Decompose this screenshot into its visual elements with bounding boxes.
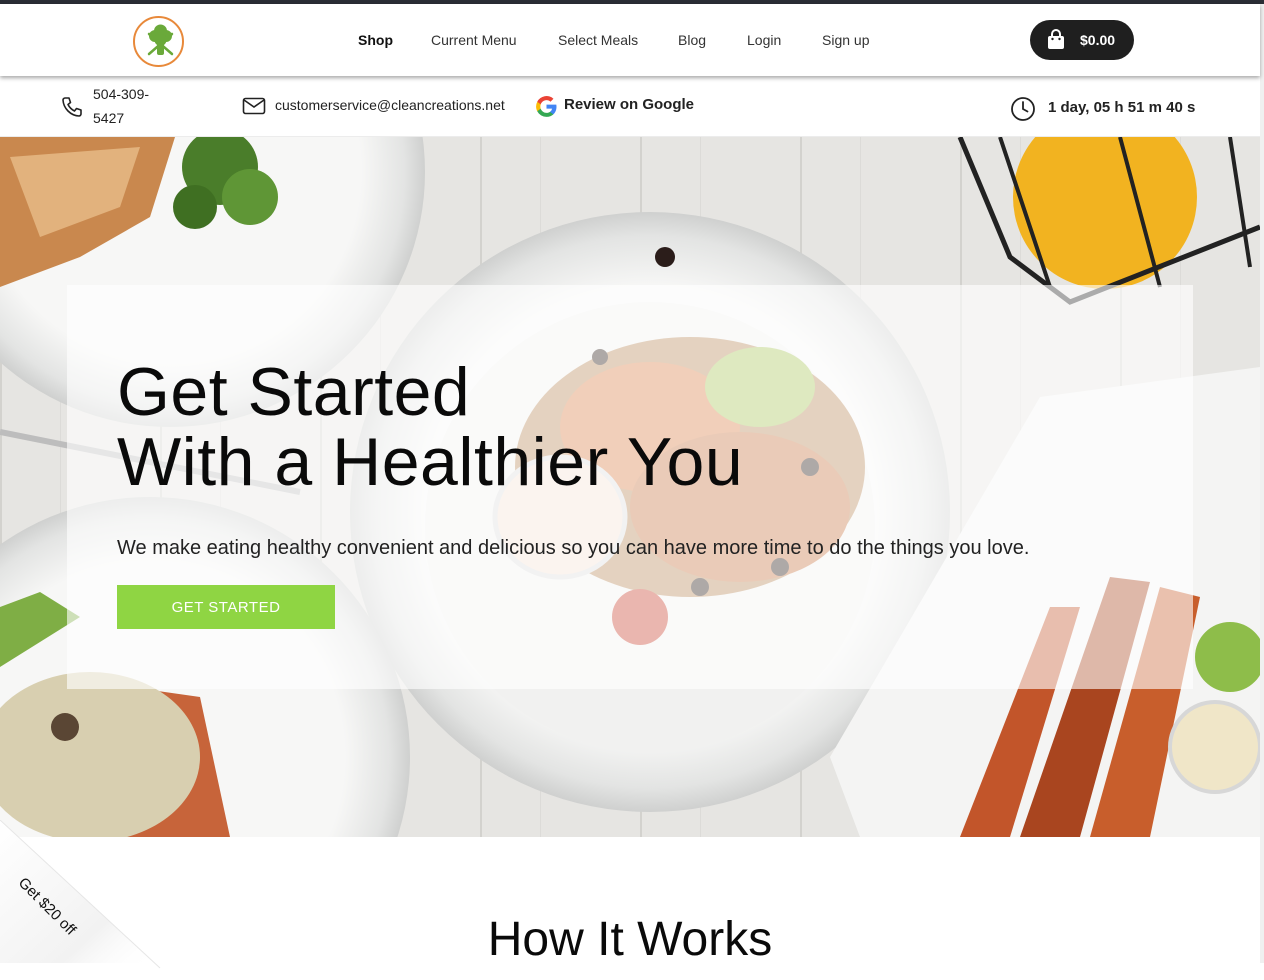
cart-total: $0.00 [1080,32,1116,48]
hero-title: Get Started With a Healthier You [117,357,743,497]
nav-link-login[interactable]: Login [747,32,781,48]
cart-button[interactable]: $0.00 [1030,20,1134,60]
hero-section: Get Started With a Healthier You We make… [0,137,1260,837]
nav-link-shop[interactable]: Shop [358,32,393,48]
shopping-bag-icon [1048,29,1064,49]
info-bar: 504-309-5427 customerservice@cleancreati… [0,76,1260,137]
nav-link-sign-up[interactable]: Sign up [822,32,869,48]
nav-link-select-meals[interactable]: Select Meals [558,32,638,48]
countdown-timer: 1 day, 05 h 51 m 40 s [1048,99,1196,116]
promo-corner-shape [0,820,161,969]
email-icon [242,97,266,115]
phone-icon [62,97,82,117]
get-started-button[interactable]: GET STARTED [117,585,335,629]
google-review-link[interactable]: Review on Google [564,96,694,113]
phone-number-link[interactable]: 504-309-5427 [93,82,173,130]
how-it-works-title: How It Works [487,913,773,966]
email-link[interactable]: customerservice@cleancreations.net [275,97,505,113]
hero-title-line-1: Get Started [117,354,471,430]
promo-ribbon[interactable]: Get $20 off [0,820,180,980]
clock-icon [1011,97,1035,121]
page-scroll-edge [1260,4,1264,963]
hero-title-line-2: With a Healthier You [117,424,744,500]
navbar: Shop Current Menu Select Meals Blog Logi… [0,4,1260,76]
google-icon [536,96,557,117]
nav-link-blog[interactable]: Blog [678,32,706,48]
nav-link-current-menu[interactable]: Current Menu [431,32,517,48]
hero-subtitle: We make eating healthy convenient and de… [117,537,1030,559]
